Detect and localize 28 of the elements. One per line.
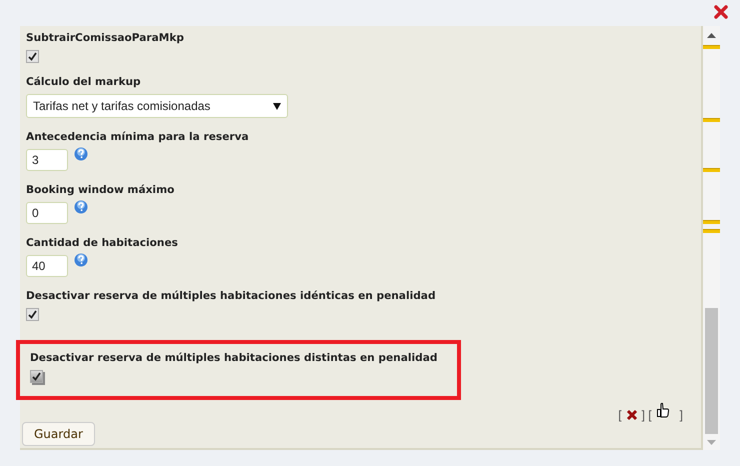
scrollbar[interactable] bbox=[703, 26, 720, 450]
markup-dropdown[interactable]: Tarifas net y tarifas comisionadas bbox=[26, 94, 288, 118]
field-label: Desactivar reserva de múltiples habitaciones distintas en penalidad bbox=[30, 351, 438, 366]
field-label: SubtrairComissaoParaMkp bbox=[26, 31, 184, 46]
close-icon[interactable] bbox=[714, 5, 728, 19]
checkbox[interactable] bbox=[26, 308, 39, 321]
field-label: Desactivar reserva de múltiples habitaciones idénticas en penalidad bbox=[26, 289, 436, 304]
input-field[interactable]: 40 bbox=[26, 255, 68, 277]
bracket-text: [ bbox=[618, 408, 622, 422]
field-label: Cantidad de habitaciones bbox=[26, 236, 178, 251]
scroll-thumb[interactable] bbox=[705, 308, 718, 434]
checkbox[interactable] bbox=[26, 50, 39, 63]
thumbs-up-icon[interactable] bbox=[656, 402, 670, 418]
field-label: Cálculo del markup bbox=[26, 75, 141, 90]
help-icon[interactable] bbox=[74, 253, 88, 267]
caret-icon bbox=[273, 102, 281, 110]
help-icon[interactable] bbox=[74, 200, 88, 214]
input-field[interactable]: 3 bbox=[26, 149, 68, 171]
save-button[interactable]: Guardar bbox=[22, 422, 95, 446]
checkbox[interactable] bbox=[30, 370, 43, 383]
scroll-up-icon[interactable] bbox=[707, 33, 716, 38]
delete-icon[interactable] bbox=[626, 409, 638, 421]
help-icon[interactable] bbox=[74, 147, 88, 161]
bracket-text: ] [ bbox=[642, 408, 652, 422]
input-field[interactable]: 0 bbox=[26, 202, 68, 224]
field-label: Booking window máximo bbox=[26, 183, 174, 198]
bracket-text: ] bbox=[680, 408, 683, 422]
field-label: Antecedencia mínima para la reserva bbox=[26, 130, 249, 145]
